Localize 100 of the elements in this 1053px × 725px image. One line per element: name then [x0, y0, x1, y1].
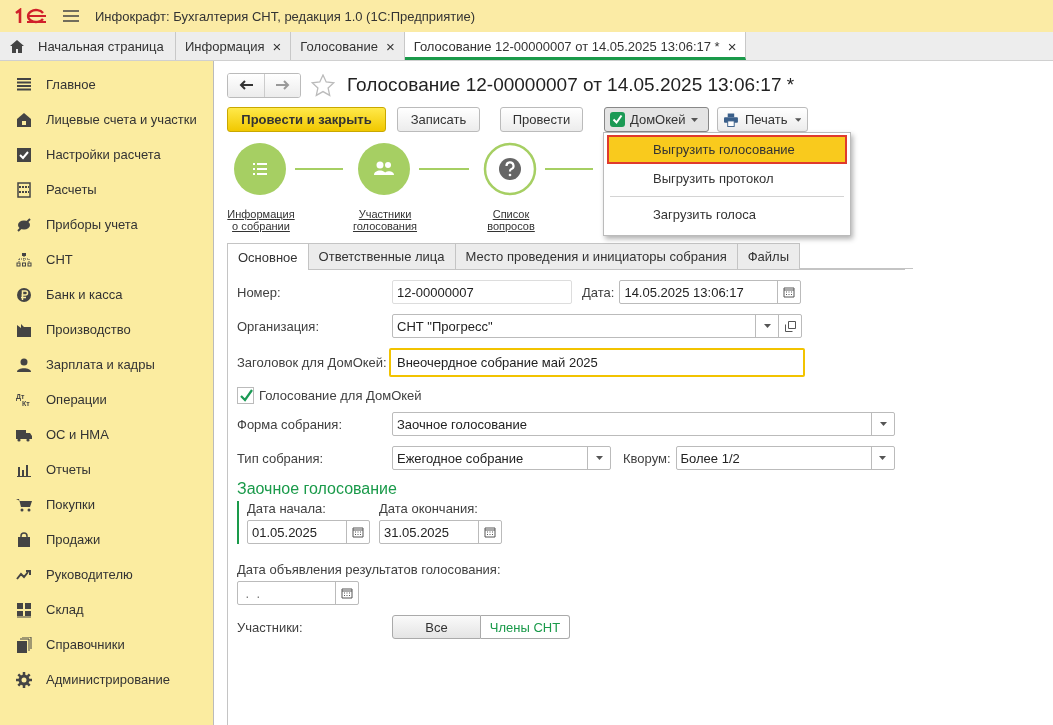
sidebar-item[interactable]: Руководителю: [0, 557, 213, 592]
calendar-icon[interactable]: [483, 525, 497, 539]
menu-item[interactable]: Выгрузить протокол: [607, 164, 847, 193]
post-close-button[interactable]: Провести и закрыть: [227, 107, 386, 132]
sidebar-item[interactable]: Зарплата и кадры: [0, 347, 213, 382]
sidebar-item[interactable]: ОС и НМА: [0, 417, 213, 452]
toolbar-button[interactable]: Записать: [397, 107, 480, 132]
sidebar-label: Приборы учета: [46, 217, 138, 232]
sidebar-label: ОС и НМА: [46, 427, 109, 442]
close-button[interactable]: ×: [272, 37, 282, 55]
close-button[interactable]: ×: [386, 37, 395, 55]
caret-icon[interactable]: [595, 456, 603, 460]
check-logo-icon: [610, 112, 625, 127]
section-title: Заочное голосование: [237, 480, 398, 498]
toolbar-button[interactable]: Провести: [500, 107, 583, 132]
sidebar-item[interactable]: Справочники: [0, 627, 213, 662]
sidebar-label: СНТ: [46, 252, 73, 267]
sidebar-label: Операции: [46, 392, 107, 407]
date-field[interactable]: 01.05.2025: [247, 520, 370, 544]
field-label: Заголовок для ДомОкей:: [237, 355, 388, 370]
field-label: Дата:: [582, 284, 615, 300]
menu-button[interactable]: ДомОкей: [604, 107, 709, 132]
menu-item[interactable]: Выгрузить голосование: [607, 135, 847, 164]
step-link[interactable]: Список вопросов: [477, 208, 545, 232]
field-label: Тип собрания:: [237, 450, 325, 466]
field-label: Кворум:: [623, 450, 671, 466]
sidebar-item[interactable]: Производство: [0, 312, 213, 347]
page-tab[interactable]: Информация ×: [176, 32, 292, 60]
warehouse-icon: [16, 601, 32, 618]
caret-icon[interactable]: [879, 456, 887, 460]
number-field[interactable]: 12-00000007: [392, 280, 572, 304]
star-icon[interactable]: [311, 73, 335, 97]
sidebar-item[interactable]: СНТ: [0, 242, 213, 277]
sidebar-item[interactable]: Расчеты: [0, 172, 213, 207]
checkbox-label: Голосование для ДомОкей: [259, 388, 422, 403]
tab-label: Голосование: [300, 38, 378, 54]
menu-icon[interactable]: [63, 9, 79, 23]
sidebar-item[interactable]: Склад: [0, 592, 213, 627]
sidebar-item[interactable]: Банк и касса: [0, 277, 213, 312]
form-tab[interactable]: Ответственные лица: [307, 243, 456, 269]
tab-label: Голосование 12-00000007 от 14.05.2025 13:06:17 *: [413, 38, 720, 54]
step-link[interactable]: Участники голосования: [351, 208, 419, 232]
sidebar-label: Производство: [46, 322, 131, 337]
home-icon: [10, 39, 24, 53]
sidebar-label: Зарплата и кадры: [46, 357, 155, 372]
close-button[interactable]: ×: [727, 37, 737, 55]
sidebar-item[interactable]: Приборы учета: [0, 207, 213, 242]
field-label: Дата объявления результатов голосования:: [237, 562, 502, 577]
gear-icon: [16, 671, 32, 688]
right-arrow-icon: [275, 80, 290, 90]
sidebar-item[interactable]: Администрирование: [0, 662, 213, 697]
sidebar-label: Лицевые счета и участки: [46, 112, 197, 127]
page-tab[interactable]: Начальная страница: [0, 32, 176, 60]
sidebar-label: Руководителю: [46, 567, 133, 582]
organization-field[interactable]: СНТ "Прогресс": [392, 314, 802, 338]
caret-icon[interactable]: [879, 422, 887, 426]
open-icon[interactable]: [784, 320, 796, 332]
segment-option[interactable]: Члены СНТ: [481, 615, 570, 639]
step-link[interactable]: Информация о собрании: [227, 208, 295, 232]
tab-label: Начальная страница: [38, 38, 164, 54]
abacus-icon: [16, 181, 32, 198]
hierarchy-icon: [16, 251, 32, 268]
checkbox[interactable]: [237, 387, 254, 404]
page-tab[interactable]: Голосование ×: [291, 32, 405, 60]
form-tab[interactable]: Основное: [227, 243, 309, 270]
calendar-icon[interactable]: [782, 285, 797, 299]
left-arrow-icon: [239, 80, 253, 90]
date-field[interactable]: 14.05.2025 13:06:17: [619, 280, 802, 304]
document-title: Голосование 12-00000007 от 14.05.2025 13:06:17 *: [347, 74, 795, 96]
caret-icon: [794, 117, 801, 122]
date-field[interactable]: . .: [237, 581, 359, 605]
person-icon: [16, 356, 32, 373]
back-button[interactable]: [228, 73, 264, 97]
form-tab[interactable]: Место проведения и инициаторы собрания: [454, 243, 738, 269]
quorum-field[interactable]: Более 1/2: [675, 446, 895, 470]
question-step-icon[interactable]: [483, 142, 537, 196]
menu-item[interactable]: Загрузить голоса: [607, 200, 847, 229]
caret-icon[interactable]: [763, 324, 771, 328]
sidebar-label: Склад: [46, 602, 84, 617]
date-field[interactable]: 31.05.2025: [379, 520, 502, 544]
sidebar-item[interactable]: Покупки: [0, 487, 213, 522]
sidebar-item[interactable]: Настройки расчета: [0, 137, 213, 172]
heading-field[interactable]: Внеочердное собрание май 2025: [389, 348, 805, 377]
sidebar-label: Отчеты: [46, 462, 91, 477]
page-tab[interactable]: Голосование 12-00000007 от 14.05.2025 13:06:17 * ×: [404, 32, 747, 60]
sidebar-item[interactable]: Продажи: [0, 522, 213, 557]
calendar-icon[interactable]: [340, 586, 354, 600]
ruble-icon: [16, 286, 32, 303]
sidebar-item[interactable]: Отчеты: [0, 452, 213, 487]
sidebar-item[interactable]: Главное: [0, 67, 213, 102]
meeting-form-field[interactable]: Заочное голосование: [392, 412, 895, 436]
meeting-type-field[interactable]: Ежегодное собрание: [392, 446, 611, 470]
form-tab[interactable]: Файлы: [736, 243, 801, 269]
list-icon: [16, 76, 32, 93]
sidebar-item[interactable]: Лицевые счета и участки: [0, 102, 213, 137]
tab-label: Информация: [185, 38, 265, 54]
print-button[interactable]: Печать: [717, 107, 808, 132]
sidebar-label: Банк и касса: [46, 287, 123, 302]
segment-option[interactable]: Все: [392, 615, 481, 639]
calendar-icon[interactable]: [351, 525, 365, 539]
